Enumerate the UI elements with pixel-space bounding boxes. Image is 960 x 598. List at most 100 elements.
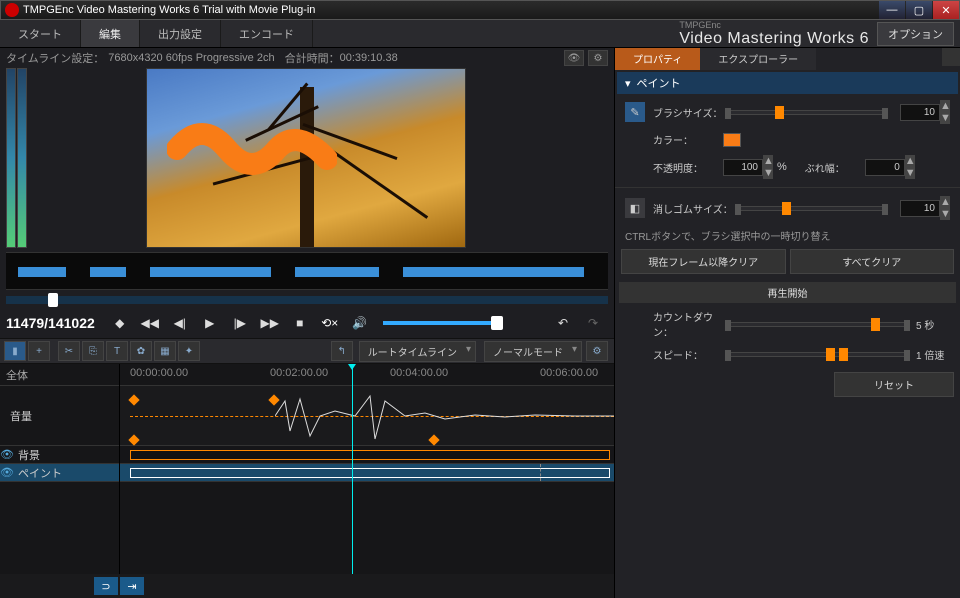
tab-start[interactable]: スタート [0, 20, 81, 47]
play-button[interactable]: ▶ [197, 312, 223, 334]
set-point-icon[interactable]: ◆ [107, 312, 133, 334]
speed-slider[interactable] [727, 352, 908, 357]
playhead[interactable] [352, 364, 353, 574]
section-paint[interactable]: ▾ ペイント [617, 72, 958, 94]
track-header-all[interactable]: 全体 [0, 364, 119, 386]
eraser-icon[interactable]: ◧ [625, 198, 645, 218]
panel-menu-icon[interactable] [942, 48, 960, 66]
tab-explorer[interactable]: エクスプローラー [700, 48, 816, 70]
tl-settings-icon[interactable]: ⚙ [586, 341, 608, 361]
track-paint[interactable] [120, 464, 614, 482]
ruler-tc-0: 00:00:00.00 [130, 367, 188, 379]
jump-icon[interactable]: ⇥ [120, 577, 144, 595]
brand-big: Video Mastering Works 6 [679, 30, 869, 48]
eraser-size-value[interactable]: 10 [900, 200, 940, 217]
ffwd-button[interactable]: ▶▶ [257, 312, 283, 334]
undo-button[interactable]: ↶ [550, 312, 576, 334]
brush-size-spinner[interactable]: ▲▼ [940, 100, 950, 124]
scrubber[interactable] [6, 296, 608, 304]
step-back-button[interactable]: ◀| [167, 312, 193, 334]
tool-split-icon[interactable]: ⎘ [82, 341, 104, 361]
brush-size-value[interactable]: 10 [900, 104, 940, 121]
tool-cut-icon[interactable]: ✂ [58, 341, 80, 361]
blur-spinner[interactable]: ▲▼ [905, 155, 915, 179]
clear-after-button[interactable]: 現在フレーム以降クリア [621, 249, 786, 274]
preview-monitor[interactable] [146, 68, 466, 248]
total-time-value: 00:39:10.38 [340, 52, 398, 64]
total-time-label: 合計時間： [285, 50, 340, 66]
mode-select[interactable]: ノーマルモード [484, 341, 582, 362]
opacity-spinner[interactable]: ▲▼ [763, 155, 773, 179]
opacity-value[interactable]: 100 [723, 159, 763, 176]
minimize-button[interactable]: — [879, 1, 905, 19]
speed-suffix: 1 倍速 [916, 347, 950, 362]
tool-text-icon[interactable]: T [106, 341, 128, 361]
eye-icon[interactable]: 👁 [0, 448, 14, 461]
ruler-tc-6: 00:06:00.00 [540, 367, 598, 379]
bottom-bar: ⊃ ⇥ [0, 574, 614, 598]
eye-icon[interactable]: 👁 [0, 466, 14, 479]
tool-add-icon[interactable]: + [28, 341, 50, 361]
time-ruler[interactable]: 00:00:00.00 00:02:00.00 00:04:00.00 00:0… [120, 364, 614, 386]
view-icon[interactable]: 👁 [564, 50, 584, 66]
countdown-slider[interactable] [727, 322, 908, 327]
volume-slider[interactable] [383, 321, 503, 325]
stop-button[interactable]: ■ [287, 312, 313, 334]
rewind-button[interactable]: ◀◀ [137, 312, 163, 334]
tool-clip-icon[interactable]: ▮ [4, 341, 26, 361]
scrubber-handle[interactable] [48, 293, 58, 307]
tool-row: ▮ + ✂ ⎘ T ✿ ▦ ✦ ↰ ルートタイムライン ノーマルモード ⚙ [0, 338, 614, 364]
blur-value[interactable]: 0 [865, 159, 905, 176]
frame-counter: 11479/141022 [6, 315, 95, 331]
timeline-setting-label: タイムライン設定： [6, 50, 104, 66]
countdown-suffix: 5 秒 [916, 317, 950, 332]
tool-color-icon[interactable]: ✿ [130, 341, 152, 361]
paint-stroke [167, 119, 337, 199]
close-button[interactable]: ✕ [933, 1, 959, 19]
app-icon [5, 3, 19, 17]
top-menu: スタート 編集 出力設定 エンコード TMPGEnc Video Masteri… [0, 20, 960, 48]
thumb-strip-2 [17, 68, 27, 248]
eraser-size-label: 消しゴムサイズ： [653, 201, 733, 216]
tool-marker-icon[interactable]: ✦ [178, 341, 200, 361]
step-fwd-button[interactable]: |▶ [227, 312, 253, 334]
timeline-select[interactable]: ルートタイムライン [359, 341, 476, 362]
section-playback: 再生開始 [619, 282, 956, 303]
tab-encode[interactable]: エンコード [221, 20, 313, 47]
loop-button[interactable]: ⟲× [317, 312, 343, 334]
tab-edit[interactable]: 編集 [81, 20, 140, 47]
section-title: ペイント [637, 75, 681, 91]
track-bg[interactable] [120, 446, 614, 464]
reset-button[interactable]: リセット [834, 372, 954, 397]
timeline: 全体 音量 👁背景 👁ペイント 00:00:00.00 00:02:00.00 … [0, 364, 614, 574]
mini-timeline[interactable] [6, 252, 608, 290]
brush-size-slider[interactable] [727, 110, 886, 115]
redo-button[interactable]: ↷ [580, 312, 606, 334]
tool-fx-icon[interactable]: ▦ [154, 341, 176, 361]
window-titlebar: TMPGEnc Video Mastering Works 6 Trial wi… [0, 0, 960, 20]
ctrl-hint: CTRLボタンで、ブラシ選択中の一時切り替え [615, 224, 960, 247]
eraser-size-spinner[interactable]: ▲▼ [940, 196, 950, 220]
track-header-paint[interactable]: 👁ペイント [0, 464, 119, 482]
ruler-tc-2: 00:02:00.00 [270, 367, 328, 379]
track-volume[interactable] [120, 386, 614, 446]
color-swatch[interactable] [723, 133, 741, 147]
brush-icon[interactable]: ✎ [625, 102, 645, 122]
maximize-button[interactable]: ▢ [906, 1, 932, 19]
brand: TMPGEnc Video Mastering Works 6 オプション [679, 20, 960, 47]
brush-size-label: ブラシサイズ： [653, 105, 723, 120]
tab-properties[interactable]: プロパティ [615, 48, 700, 70]
timeline-info: タイムライン設定： 7680x4320 60fps Progressive 2c… [0, 48, 614, 68]
settings-icon[interactable]: ⚙ [588, 50, 608, 66]
brand-small: TMPGEnc [679, 20, 869, 30]
volume-handle[interactable] [491, 316, 503, 330]
track-header-volume[interactable]: 音量 [0, 386, 119, 446]
options-button[interactable]: オプション [877, 22, 954, 46]
tab-output[interactable]: 出力設定 [140, 20, 221, 47]
clear-all-button[interactable]: すべてクリア [790, 249, 955, 274]
track-header-bg[interactable]: 👁背景 [0, 446, 119, 464]
eraser-size-slider[interactable] [737, 206, 886, 211]
volume-icon[interactable]: 🔊 [347, 312, 373, 334]
loop-region-icon[interactable]: ⊃ [94, 577, 118, 595]
up-level-icon[interactable]: ↰ [331, 341, 353, 361]
